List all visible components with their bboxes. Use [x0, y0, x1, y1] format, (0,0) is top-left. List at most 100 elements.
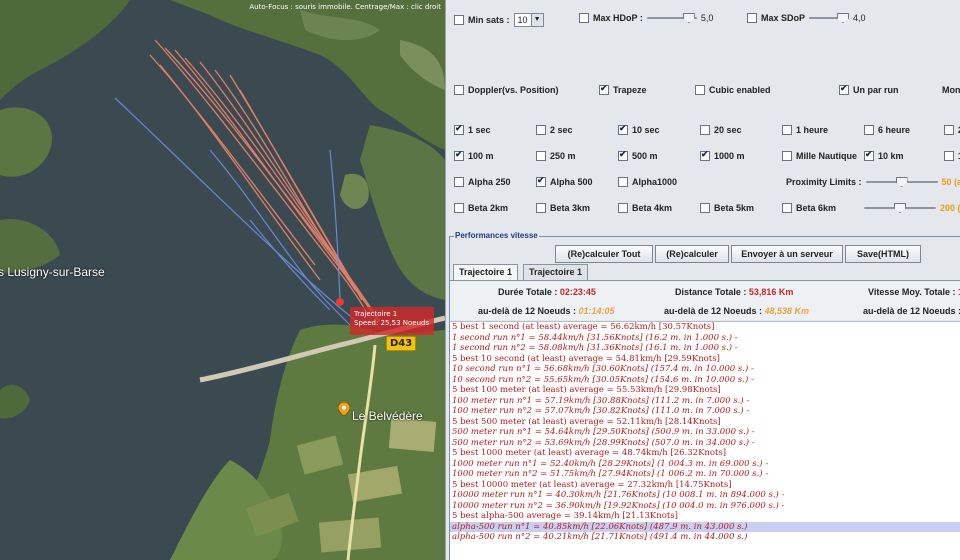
save-html-button[interactable]: Save(HTML) — [845, 245, 921, 263]
max-hdop-slider[interactable] — [646, 13, 697, 23]
result-line[interactable]: 10000 meter run n°1 = 40.30km/h [21.76Kn… — [450, 490, 960, 501]
time-option-2s[interactable]: 2 sec — [536, 125, 573, 135]
time-2s-checkbox[interactable] — [536, 125, 546, 135]
duree-totale-value: 02:23:45 — [559, 287, 596, 297]
result-line[interactable]: 500 meter run n°1 = 54.64km/h [29.50Knot… — [450, 427, 960, 438]
beta3-option[interactable]: Beta 3km — [536, 203, 590, 213]
result-line[interactable]: 10 second run n°2 = 55.65km/h [30.05Knot… — [450, 375, 960, 386]
max-hdop-checkbox[interactable] — [579, 13, 589, 23]
doppler-option[interactable]: Doppler(vs. Position) — [454, 85, 559, 95]
time-6h-checkbox[interactable] — [864, 125, 874, 135]
doppler-checkbox[interactable] — [454, 85, 464, 95]
dist-10km-checkbox[interactable] — [864, 149, 874, 161]
time-option-10s[interactable]: 10 sec — [618, 123, 660, 135]
beta2-option[interactable]: Beta 2km — [454, 203, 508, 213]
alpha1000-checkbox[interactable] — [618, 177, 628, 187]
dist-option-500m[interactable]: 500 m — [618, 149, 658, 161]
trapeze-checkbox[interactable] — [599, 83, 609, 95]
result-line[interactable]: 500 meter run n°2 = 53.69km/h [28.99Knot… — [450, 438, 960, 449]
time-option-24h[interactable]: 24 — [944, 125, 960, 135]
tab-trajectoire-1[interactable]: Trajectoire 1 — [453, 264, 519, 281]
alpha250-option[interactable]: Alpha 250 — [454, 177, 511, 187]
time-10s-checkbox[interactable] — [618, 123, 628, 135]
max-sdop-checkbox[interactable] — [747, 13, 757, 23]
dist-option-100m[interactable]: 100 m — [454, 149, 494, 161]
dist-option-10km[interactable]: 10 km — [864, 149, 904, 161]
result-line-selected[interactable]: alpha-500 run n°1 = 40.85km/h [22.06Knot… — [450, 521, 960, 532]
result-line[interactable]: alpha-500 run n°2 = 40.21km/h [21.71Knot… — [450, 532, 960, 543]
min-sats-value: 10 — [517, 15, 528, 25]
beta2-checkbox[interactable] — [454, 203, 464, 213]
satellite-map[interactable] — [0, 0, 445, 560]
dist-500m-label: 500 m — [632, 151, 658, 161]
result-line[interactable]: 10000 meter run n°2 = 36.90km/h [19.92Kn… — [450, 501, 960, 512]
tab-trajectoire-1-alt[interactable]: Trajectoire 1 — [523, 264, 589, 280]
dist-500m-checkbox[interactable] — [618, 149, 628, 161]
time-20s-checkbox[interactable] — [700, 125, 710, 135]
result-line[interactable]: 100 meter run n°1 = 57.19km/h [30.88Knot… — [450, 396, 960, 407]
result-line[interactable]: 1 second run n°1 = 58.44km/h [31.56Knots… — [450, 333, 960, 344]
beta6-checkbox[interactable] — [782, 203, 792, 213]
dist-more-checkbox[interactable] — [944, 151, 954, 161]
result-line[interactable]: 5 best 10000 meter (at least) average = … — [450, 480, 960, 491]
dist-option-more[interactable]: 10 — [944, 151, 960, 161]
trajectory-tooltip-speed: Speed: 25,53 Noeuds — [354, 319, 430, 327]
cubic-checkbox[interactable] — [695, 85, 705, 95]
result-line[interactable]: 5 best 100 meter (at least) average = 55… — [450, 385, 960, 396]
beta5-option[interactable]: Beta 5km — [700, 203, 754, 213]
dist-250m-checkbox[interactable] — [536, 151, 546, 161]
dist-1000m-checkbox[interactable] — [700, 149, 710, 161]
proximity-slider[interactable] — [865, 177, 938, 187]
time-1h-checkbox[interactable] — [782, 125, 792, 135]
envoyer-serveur-button[interactable]: Envoyer à un serveur — [731, 245, 843, 263]
result-line[interactable]: 5 best 1 second (at least) average = 56.… — [450, 322, 960, 333]
beta5-checkbox[interactable] — [700, 203, 710, 213]
time-option-6h[interactable]: 6 heure — [864, 125, 910, 135]
min-sats-checkbox[interactable] — [454, 15, 464, 25]
dist-option-mille[interactable]: Mille Nautique — [782, 151, 857, 161]
dist-mille-checkbox[interactable] — [782, 151, 792, 161]
cubic-option[interactable]: Cubic enabled — [695, 85, 771, 95]
results-list[interactable]: 5 best 1 second (at least) average = 56.… — [450, 321, 960, 560]
un-par-run-option[interactable]: Un par run — [839, 83, 899, 95]
trapeze-option[interactable]: Trapeze — [599, 83, 647, 95]
time-option-20s[interactable]: 20 sec — [700, 125, 742, 135]
alpha500-checkbox[interactable] — [536, 175, 546, 187]
beta-value: 200 ( — [940, 203, 960, 213]
recalculer-tout-button[interactable]: (Re)calculer Tout — [555, 245, 653, 263]
map-view[interactable]: Auto-Focus : souris immobile. Centrage/M… — [0, 0, 445, 560]
alpha500-option[interactable]: Alpha 500 — [536, 175, 593, 187]
max-sdop-slider[interactable] — [809, 13, 850, 23]
chevron-down-icon[interactable]: ▼ — [530, 14, 543, 26]
result-line[interactable]: 5 best alpha-500 average = 39.14km/h [21… — [450, 511, 960, 522]
beta5-label: Beta 5km — [714, 203, 755, 213]
dist-1000m-label: 1000 m — [714, 151, 745, 161]
un-par-run-checkbox[interactable] — [839, 83, 849, 95]
map-pin-icon[interactable] — [338, 402, 350, 416]
mont-option[interactable]: Mont — [942, 85, 960, 95]
beta4-checkbox[interactable] — [618, 203, 628, 213]
beta4-option[interactable]: Beta 4km — [618, 203, 672, 213]
dist-100m-checkbox[interactable] — [454, 149, 464, 161]
result-line[interactable]: 5 best 500 meter (at least) average = 52… — [450, 417, 960, 428]
result-line[interactable]: 100 meter run n°2 = 57.07km/h [30.82Knot… — [450, 406, 960, 417]
result-line[interactable]: 1000 meter run n°2 = 51.75km/h [27.94Kno… — [450, 469, 960, 480]
result-line[interactable]: 10 second run n°1 = 56.68km/h [30.60Knot… — [450, 364, 960, 375]
dist-option-250m[interactable]: 250 m — [536, 151, 576, 161]
alpha250-checkbox[interactable] — [454, 177, 464, 187]
dist-option-1000m[interactable]: 1000 m — [700, 149, 745, 161]
time-option-1h[interactable]: 1 heure — [782, 125, 828, 135]
beta6-option[interactable]: Beta 6km — [782, 203, 836, 213]
beta-slider[interactable] — [864, 203, 936, 213]
result-line[interactable]: 5 best 10 second (at least) average = 54… — [450, 354, 960, 365]
beta3-checkbox[interactable] — [536, 203, 546, 213]
time-option-1s[interactable]: 1 sec — [454, 123, 491, 135]
time-1s-checkbox[interactable] — [454, 123, 464, 135]
min-sats-select[interactable]: 10 ▼ — [513, 13, 544, 27]
time-24h-checkbox[interactable] — [944, 125, 954, 135]
alpha1000-option[interactable]: Alpha1000 — [618, 177, 677, 187]
result-line[interactable]: 1000 meter run n°1 = 52.40km/h [28.29Kno… — [450, 459, 960, 470]
recalculer-button[interactable]: (Re)calculer — [655, 245, 729, 263]
result-line[interactable]: 1 second run n°2 = 58.08km/h [31.36Knots… — [450, 343, 960, 354]
result-line[interactable]: 5 best 1000 meter (at least) average = 4… — [450, 448, 960, 459]
